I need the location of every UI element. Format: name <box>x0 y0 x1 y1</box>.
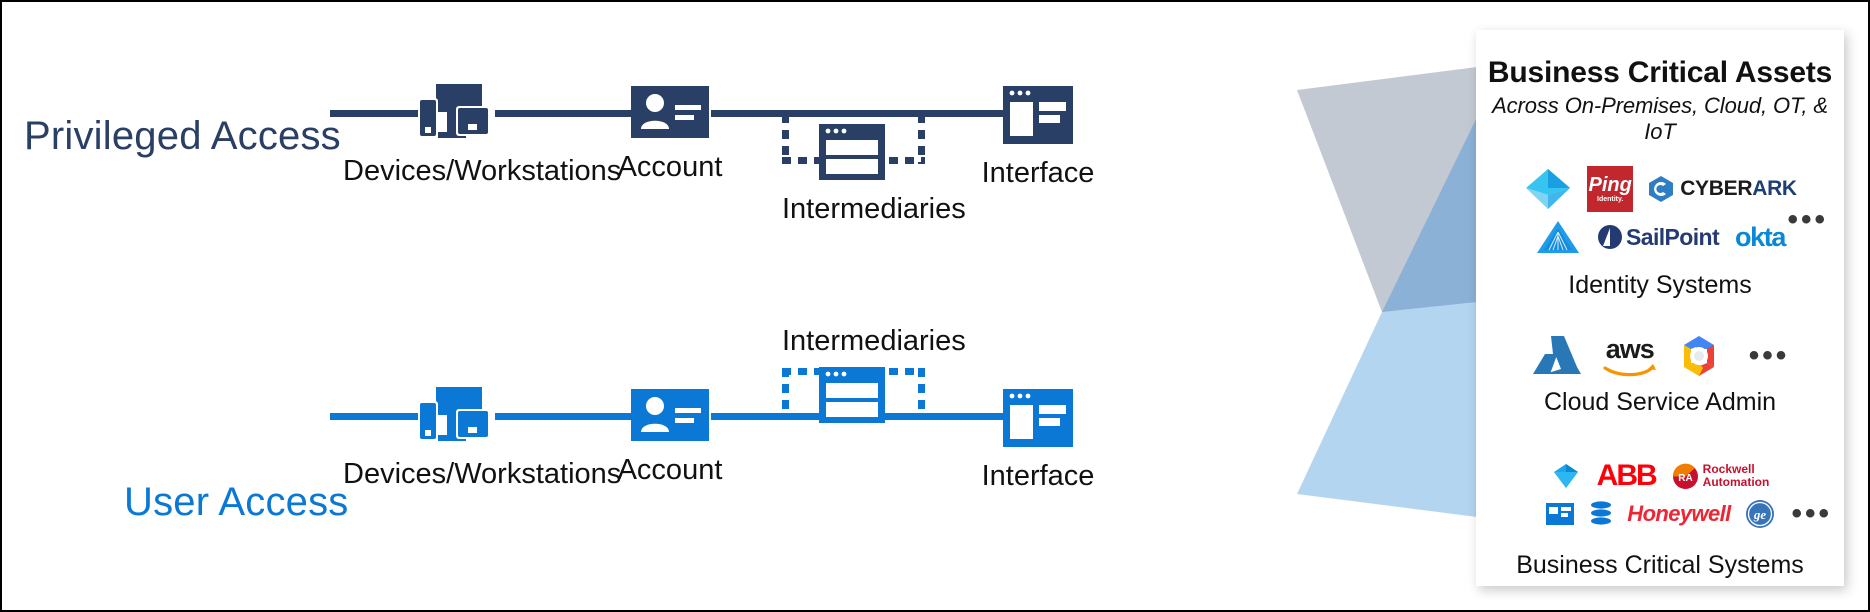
logo-group-business-critical-systems: ABB RA Rockwell Automation Honeywell ge … <box>1476 459 1844 580</box>
google-cloud-logo <box>1677 334 1721 378</box>
azure-active-directory-logo <box>1523 165 1573 213</box>
ping-identity-logo: Ping Identity. <box>1587 166 1634 212</box>
interface-window-icon <box>1003 389 1073 447</box>
funnel-shapes <box>1297 67 1477 517</box>
caption-privileged-intermediaries: Intermediaries <box>782 193 966 225</box>
logo-row: ABB RA Rockwell Automation <box>1551 459 1770 493</box>
logo-row: SailPoint okta <box>1535 219 1786 255</box>
cyberark-mark <box>1649 176 1674 202</box>
node-user-account[interactable]: Account <box>602 389 738 487</box>
row-label-privileged-access: Privileged Access <box>24 114 341 158</box>
node-privileged-account[interactable]: Account <box>602 86 738 184</box>
aws-wordmark: aws <box>1605 333 1655 364</box>
card-subtitle: Across On-Premises, Cloud, OT, & IoT <box>1492 93 1828 144</box>
caption-privileged-interface: Interface <box>981 157 1095 189</box>
devices-workstations-icon <box>418 84 490 138</box>
logo-group-cloud-service-admin: aws ••• Cloud Service Admin <box>1476 334 1844 417</box>
honeywell-logo: Honeywell <box>1627 501 1731 526</box>
abb-logo: ABB <box>1596 459 1658 492</box>
caption-privileged-devices: Devices/Workstations <box>343 155 622 187</box>
svg-text:ge: ge <box>1753 507 1767 522</box>
dynamics-logo <box>1545 501 1575 527</box>
business-critical-assets-card: Business Critical Assets Across On-Premi… <box>1476 30 1844 586</box>
logo-group-identity-systems: Ping Identity. CYBERARK SailPoint okta •… <box>1476 165 1844 300</box>
diagram-canvas: Privileged Access Devices/Workstations A… <box>0 0 1870 612</box>
node-user-interface[interactable]: Interface <box>970 389 1106 493</box>
connector-privileged-3 <box>711 110 1011 117</box>
svg-text:RA: RA <box>1678 473 1692 484</box>
intermediaries-window-icon <box>819 367 885 423</box>
logo-row: Honeywell ge <box>1545 499 1774 529</box>
logo-row: aws ••• <box>1531 334 1790 378</box>
identity-systems-ellipsis: ••• <box>1787 203 1828 236</box>
rockwell-mark: RA <box>1672 463 1698 489</box>
ping-identity-tagline: Identity. <box>1597 196 1624 203</box>
node-user-devices[interactable]: Devices/Workstations <box>343 387 622 491</box>
microsoft-azure-logo <box>1531 334 1583 378</box>
caption-business-critical-systems: Business Critical Systems <box>1516 551 1804 579</box>
caption-identity-systems: Identity Systems <box>1568 271 1752 299</box>
caption-user-account: Account <box>617 454 723 486</box>
intermediaries-window-icon <box>819 124 885 180</box>
caption-user-devices: Devices/Workstations <box>343 458 622 490</box>
node-user-intermediaries[interactable]: Intermediaries <box>782 325 966 428</box>
ping-identity-wordmark: Ping <box>1588 174 1632 196</box>
business-critical-systems-ellipsis: ••• <box>1791 497 1832 530</box>
devices-workstations-icon <box>418 387 490 441</box>
aws-logo: aws <box>1603 333 1657 377</box>
caption-user-interface: Interface <box>981 460 1095 492</box>
oracle-database-logo <box>1589 500 1613 528</box>
sap-diamond-logo <box>1551 462 1581 490</box>
caption-user-intermediaries: Intermediaries <box>782 325 966 357</box>
node-privileged-intermediaries[interactable]: Intermediaries <box>782 124 966 226</box>
caption-privileged-account: Account <box>617 151 723 183</box>
okta-logo: okta <box>1735 221 1786 252</box>
node-privileged-devices[interactable]: Devices/Workstations <box>343 84 622 188</box>
aws-smile <box>1603 363 1656 376</box>
cloud-service-admin-ellipsis: ••• <box>1748 339 1790 372</box>
card-title: Business Critical Assets <box>1487 56 1833 89</box>
sailpoint-mark <box>1598 225 1623 249</box>
rockwell-automation-logo: RA Rockwell Automation <box>1672 462 1770 490</box>
sailpoint-logo: SailPoint <box>1597 223 1720 251</box>
account-card-icon <box>631 389 709 441</box>
cyberark-wordmark: CYBERARK <box>1680 177 1797 200</box>
node-privileged-interface[interactable]: Interface <box>970 86 1106 190</box>
funnel-bottom-lightblue <box>1297 302 1477 517</box>
cyberark-logo: CYBERARK <box>1647 175 1797 203</box>
active-directory-logo <box>1535 219 1581 255</box>
logo-row: Ping Identity. CYBERARK <box>1523 165 1797 213</box>
caption-cloud-service-admin: Cloud Service Admin <box>1543 388 1777 416</box>
account-card-icon <box>631 86 709 138</box>
rockwell-wordmark: Rockwell Automation <box>1702 462 1770 489</box>
interface-window-icon <box>1003 86 1073 144</box>
row-label-user-access: User Access <box>124 480 349 524</box>
ge-logo: ge <box>1745 499 1775 529</box>
sailpoint-wordmark: SailPoint <box>1626 223 1720 250</box>
